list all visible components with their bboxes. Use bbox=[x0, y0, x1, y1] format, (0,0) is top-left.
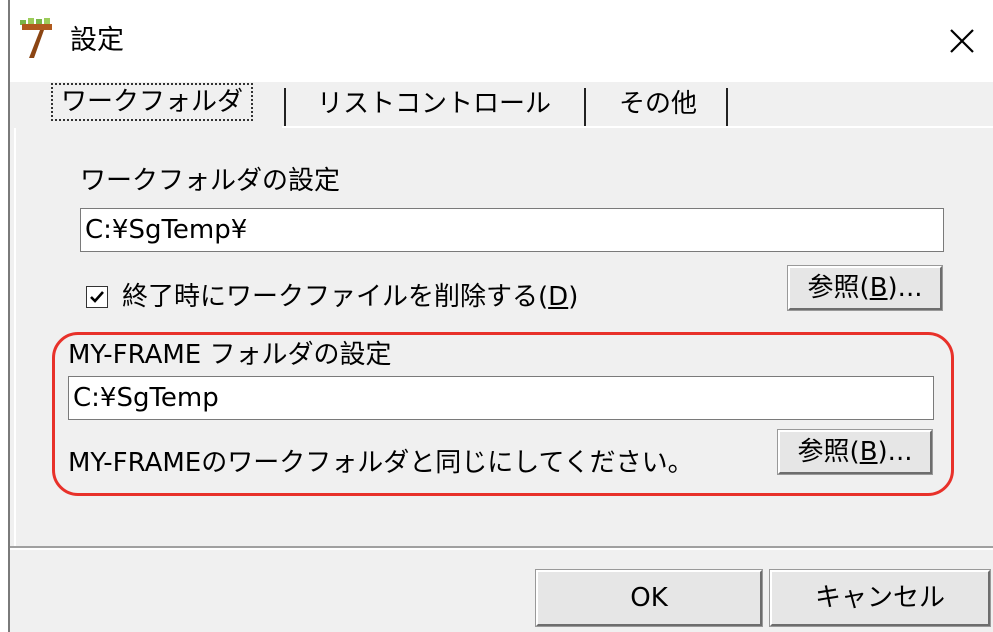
browse-label-ellipsis: )... bbox=[887, 273, 923, 303]
tab-label: その他 bbox=[618, 89, 697, 119]
delete-on-exit-checkbox[interactable] bbox=[86, 286, 108, 308]
work-folder-browse-button[interactable]: 参照(B)... bbox=[787, 265, 943, 311]
checkmark-icon bbox=[90, 291, 104, 303]
delete-mnemonic: D bbox=[548, 282, 569, 312]
title-bar: 設定 bbox=[10, 0, 993, 82]
ok-button[interactable]: OK bbox=[535, 569, 763, 627]
app-icon bbox=[20, 18, 52, 58]
work-folder-path-input[interactable]: C:¥SgTemp¥ bbox=[80, 208, 944, 252]
tab-label: ワークフォルダ bbox=[50, 83, 254, 121]
tab-strip: ワークフォルダ リストコントロール その他 bbox=[14, 82, 993, 128]
window-title: 設定 bbox=[70, 25, 124, 56]
close-icon bbox=[950, 29, 974, 53]
myframe-highlight-annotation bbox=[52, 332, 954, 496]
tab-other[interactable]: その他 bbox=[592, 82, 724, 126]
settings-dialog: 設定 ワークフォルダ リストコントロール その他 ワークフォルダの設定 C:¥S… bbox=[8, 0, 993, 632]
delete-label-text: 終了時にワークファイルを削除する( bbox=[122, 282, 549, 312]
delete-on-exit-label[interactable]: 終了時にワークファイルを削除する(D) bbox=[122, 280, 578, 314]
tab-list-control[interactable]: リストコントロール bbox=[292, 82, 576, 126]
delete-label-close: ) bbox=[568, 282, 579, 312]
browse-label: 参照( bbox=[807, 273, 870, 303]
tab-label: リストコントロール bbox=[316, 89, 551, 119]
footer-divider-highlight bbox=[10, 548, 993, 550]
cancel-button[interactable]: キャンセル bbox=[769, 569, 991, 627]
browse-mnemonic: B bbox=[869, 273, 888, 303]
tab-divider bbox=[726, 88, 728, 126]
tab-work-folder[interactable]: ワークフォルダ bbox=[24, 80, 280, 126]
close-button[interactable] bbox=[937, 18, 987, 64]
work-folder-section-label: ワークフォルダの設定 bbox=[80, 166, 341, 196]
tab-divider bbox=[584, 88, 586, 126]
tab-divider bbox=[284, 88, 286, 126]
